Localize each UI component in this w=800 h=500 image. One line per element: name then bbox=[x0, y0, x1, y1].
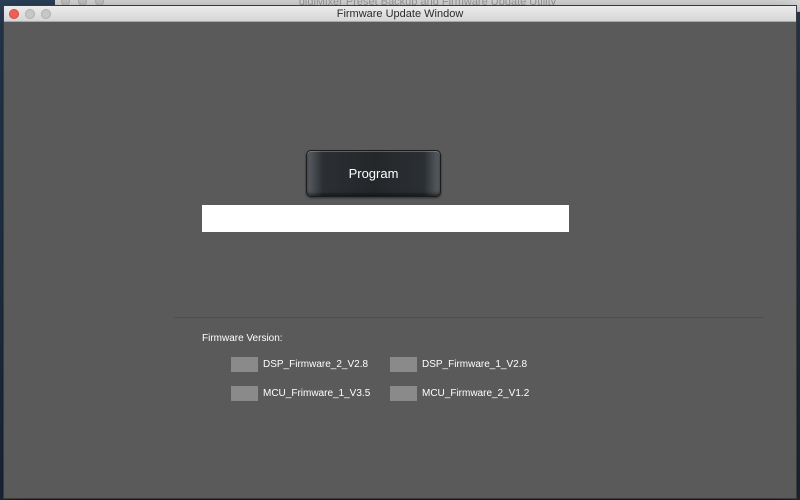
firmware-item-mcu-1: MCU_Frimware_1_V3.5 bbox=[231, 386, 370, 401]
program-button[interactable]: Program bbox=[306, 150, 441, 197]
firmware-item-label: DSP_Firmware_2_V2.8 bbox=[263, 359, 369, 370]
firmware-status-swatch bbox=[231, 357, 258, 372]
firmware-status-swatch bbox=[390, 357, 417, 372]
firmware-item-mcu-2: MCU_Firmware_2_V1.2 bbox=[390, 386, 529, 401]
firmware-item-label: MCU_Firmware_2_V1.2 bbox=[422, 388, 530, 399]
firmware-item-label: DSP_Firmware_1_V2.8 bbox=[422, 359, 528, 370]
firmware-item-label: MCU_Frimware_1_V3.5 bbox=[263, 388, 371, 399]
title-bar[interactable]: Firmware Update Window bbox=[4, 6, 796, 22]
firmware-status-swatch bbox=[231, 386, 258, 401]
window-title: Firmware Update Window bbox=[336, 8, 464, 20]
firmware-version-label: Firmware Version: bbox=[202, 333, 283, 344]
firmware-status-swatch bbox=[390, 386, 417, 401]
firmware-item-dsp-2: DSP_Firmware_2_V2.8 bbox=[231, 357, 368, 372]
progress-bar bbox=[202, 205, 569, 232]
section-divider bbox=[174, 317, 764, 318]
firmware-item-dsp-1: DSP_Firmware_1_V2.8 bbox=[390, 357, 527, 372]
firmware-update-window: Firmware Update Window Program Firmware … bbox=[4, 6, 796, 498]
